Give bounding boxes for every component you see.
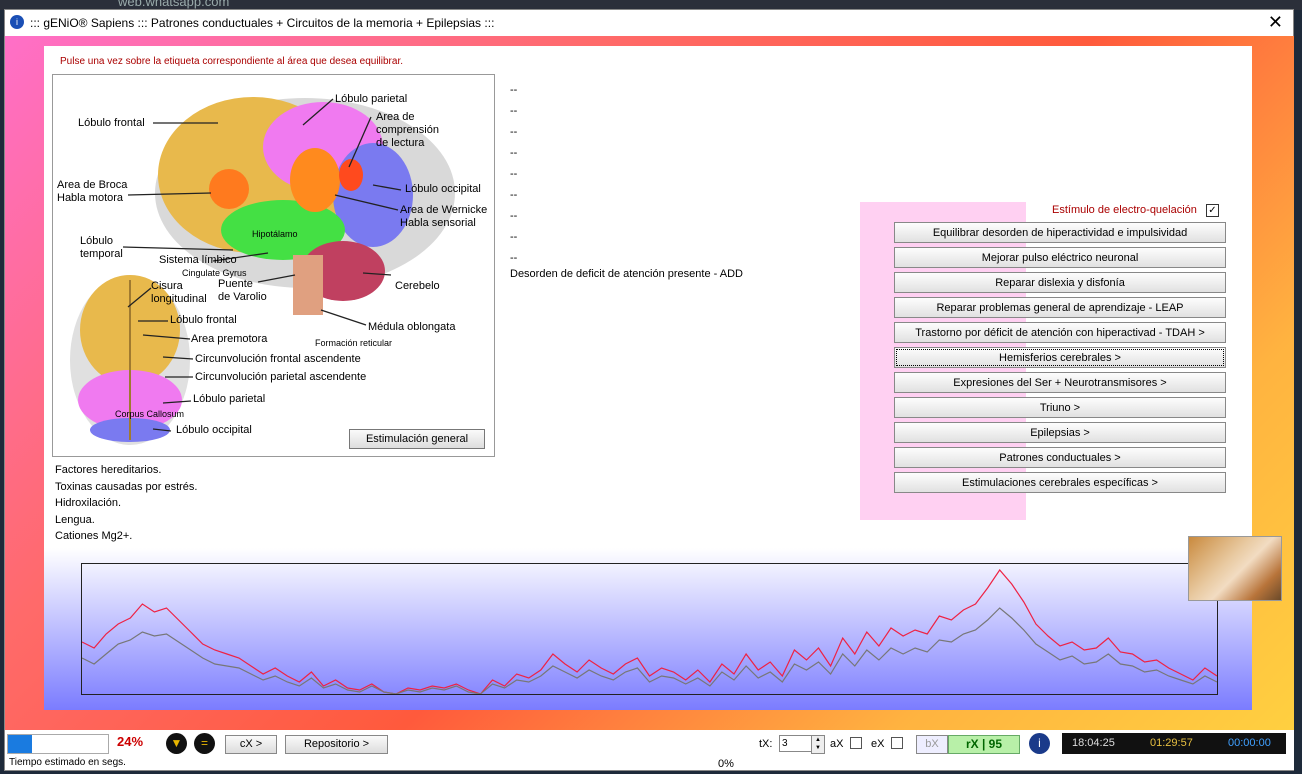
status-list: -- -- -- -- -- -- -- -- -- — [510, 80, 517, 269]
app-window: i ::: gENiO® Sapiens ::: Patrones conduc… — [4, 9, 1294, 771]
app-icon: i — [10, 15, 24, 29]
label-hipotalamo[interactable]: Hipotálamo — [252, 228, 298, 241]
ax-label: aX — [830, 738, 844, 750]
factor-item: Lengua. — [55, 513, 95, 526]
menu-button-expresiones[interactable]: Expresiones del Ser + Neurotransmisores … — [894, 372, 1226, 393]
browser-url: web.whatsapp.com — [118, 0, 230, 9]
status-line: -- — [510, 252, 518, 264]
rx-display: rX | 95 — [948, 735, 1020, 754]
label-lobulo-parietal-top[interactable]: Lóbulo parietal — [193, 393, 265, 406]
brain-panel: Lóbulo frontal Lóbulo parietal Area de c… — [52, 74, 495, 457]
label-area-wernicke[interactable]: Area de Wernicke Habla sensorial — [400, 204, 487, 230]
label-area-broca[interactable]: Area de Broca Habla motora — [57, 179, 127, 205]
menu-button-patrones[interactable]: Patrones conductuales > — [894, 447, 1226, 468]
menu-button-pulso-electrico[interactable]: Mejorar pulso eléctrico neuronal — [894, 247, 1226, 268]
label-puente-varolio[interactable]: Puente de Varolio — [218, 278, 267, 304]
signal-series-1 — [81, 607, 1218, 695]
tx-label: tX: — [759, 738, 773, 750]
menu-button-tdah[interactable]: Trastorno por déficit de atención con hi… — [894, 322, 1226, 343]
tx-spinner[interactable]: ▲ ▼ — [811, 735, 825, 754]
clock-current-time: 18:04:25 — [1072, 737, 1115, 749]
electro-quelacion-label: Estímulo de electro-quelación — [1052, 204, 1197, 216]
bottom-toolbar: 24% ▼ = cX > Repositorio > Tiempo estima… — [5, 730, 1294, 770]
electro-quelacion-checkbox[interactable]: ✓ — [1206, 204, 1219, 217]
factors-list: Factores hereditarios. Toxinas causadas … — [55, 462, 197, 545]
signal-chart — [81, 569, 1218, 695]
add-status-text: Desorden de deficit de atención presente… — [510, 268, 743, 280]
estimulacion-general-button[interactable]: Estimulación general — [349, 429, 485, 449]
info-icon[interactable]: i — [1029, 733, 1050, 754]
label-lobulo-parietal[interactable]: Lóbulo parietal — [335, 93, 407, 106]
equals-icon[interactable]: = — [194, 733, 215, 754]
signal-series-0 — [81, 569, 1218, 695]
status-line: -- — [510, 189, 518, 201]
signal-chart-box — [81, 563, 1218, 695]
label-lobulo-frontal[interactable]: Lóbulo frontal — [78, 117, 145, 130]
down-arrow-icon[interactable]: ▼ — [166, 733, 187, 754]
menu-button-leap[interactable]: Reparar problemas general de aprendizaje… — [894, 297, 1226, 318]
spin-down-icon[interactable]: ▼ — [812, 744, 824, 752]
menu-button-triuno[interactable]: Triuno > — [894, 397, 1226, 418]
spin-up-icon[interactable]: ▲ — [812, 736, 824, 744]
clock-timer: 00:00:00 — [1228, 737, 1271, 749]
clock-elapsed: 01:29:57 — [1150, 737, 1193, 749]
occipital-lobe-area — [333, 143, 413, 247]
close-icon[interactable]: ✕ — [1268, 12, 1283, 33]
cx-button[interactable]: cX > — [225, 735, 277, 754]
label-cerebelo[interactable]: Cerebelo — [395, 280, 440, 293]
progress-bar — [7, 734, 109, 754]
label-lobulo-occipital[interactable]: Lóbulo occipital — [405, 183, 481, 196]
label-area-comprension[interactable]: Area de comprensión de lectura — [376, 111, 439, 150]
label-area-premotora[interactable]: Area premotora — [191, 333, 267, 346]
menu-button-dislexia[interactable]: Reparar dislexia y disfonía — [894, 272, 1226, 293]
title-bar: i ::: gENiO® Sapiens ::: Patrones conduc… — [5, 10, 1293, 36]
factor-item: Cationes Mg2+. — [55, 530, 133, 542]
menu-button-hemisferios[interactable]: Hemisferios cerebrales > — [894, 347, 1226, 368]
label-formacion-reticular[interactable]: Formación reticular — [315, 337, 392, 350]
window-title: ::: gENiO® Sapiens ::: Patrones conductu… — [30, 16, 495, 30]
status-line: -- — [510, 84, 518, 96]
ex-label: eX — [871, 738, 885, 750]
progress-percent: 24% — [117, 734, 144, 749]
tiempo-estimado-label: Tiempo estimado en segs. — [9, 757, 126, 768]
menu-button-estimulaciones[interactable]: Estimulaciones cerebrales específicas > — [894, 472, 1226, 493]
instruction-text: Pulse una vez sobre la etiqueta correspo… — [60, 56, 404, 67]
repositorio-button[interactable]: Repositorio > — [285, 735, 388, 754]
status-line: -- — [510, 147, 518, 159]
label-lobulo-occipital-top[interactable]: Lóbulo occipital — [176, 424, 252, 437]
label-circ-frontal[interactable]: Circunvolución frontal ascendente — [195, 353, 361, 366]
factor-item: Hidroxilación. — [55, 497, 122, 509]
label-corpus-callosum[interactable]: Corpus Callosum — [115, 408, 184, 421]
factor-item: Toxinas causadas por estrés. — [55, 480, 198, 493]
status-line: -- — [510, 210, 518, 222]
ax-checkbox[interactable] — [850, 737, 862, 749]
clock-panel: 18:04:25 01:29:57 00:00:00 — [1062, 733, 1286, 754]
label-medula-oblongata[interactable]: Médula oblongata — [368, 321, 455, 334]
menu-button-epilepsias[interactable]: Epilepsias > — [894, 422, 1226, 443]
bx-button[interactable]: bX — [916, 735, 948, 754]
label-circ-parietal[interactable]: Circunvolución parietal ascendente — [195, 371, 366, 384]
status-line: -- — [510, 168, 518, 180]
progress-fill — [8, 735, 32, 753]
status-line: -- — [510, 231, 518, 243]
label-lobulo-temporal[interactable]: Lóbulo temporal — [80, 235, 123, 261]
factor-item: Factores hereditarios. — [55, 464, 162, 476]
label-lobulo-frontal-top[interactable]: Lóbulo frontal — [170, 314, 237, 327]
status-line: -- — [510, 126, 518, 138]
label-cisura-longitudinal[interactable]: Cisura longitudinal — [151, 280, 207, 306]
label-sistema-limbico[interactable]: Sistema límbico — [159, 254, 237, 267]
wernicke-area — [290, 148, 340, 212]
brainstem-area — [293, 255, 323, 315]
signal-chart-area — [44, 548, 1252, 710]
status-line: -- — [510, 105, 518, 117]
main-content: Pulse una vez sobre la etiqueta correspo… — [44, 46, 1282, 710]
gradient-frame: Pulse una vez sobre la etiqueta correspo… — [5, 36, 1294, 730]
ex-checkbox[interactable] — [891, 737, 903, 749]
zero-percent-label: 0% — [718, 758, 734, 770]
broca-area — [209, 169, 249, 209]
venus-portrait-image — [1188, 536, 1282, 601]
menu-button-hiperactividad[interactable]: Equilibrar desorden de hiperactividad e … — [894, 222, 1226, 243]
